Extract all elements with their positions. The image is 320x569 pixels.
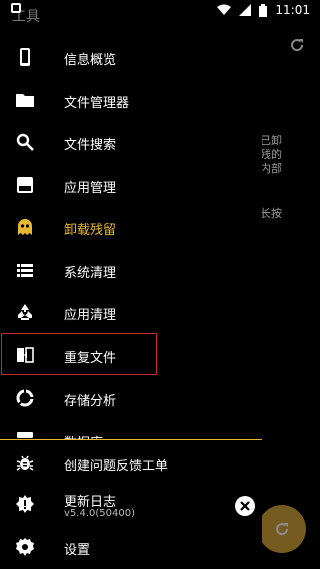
signal-icon [239,4,252,16]
refresh-fab[interactable] [258,505,306,553]
refresh-icon[interactable] [288,36,306,54]
version-text: v5.4.0(50400) [64,508,135,519]
drawer-item-file-manager[interactable]: 文件管理器 [0,79,262,121]
underlay-text: 已卸 残的 内部 [260,134,282,176]
wifi-icon [217,4,232,15]
status-bar: 11:01 [0,0,320,22]
phone-icon [20,48,30,66]
bug-icon [16,455,34,471]
pie-chart-icon [16,389,34,407]
drawer-item-label: 文件搜索 [64,138,117,153]
drawer-item-label: 存储分析 [64,394,117,409]
drawer-item-label: 系统清理 [64,266,117,281]
search-icon [16,133,34,151]
drawer-item-app-manager[interactable]: 应用管理 [0,164,262,206]
recycle-icon [18,304,32,320]
drawer-item-label: 信息概览 [64,53,117,68]
folder-icon [16,94,34,107]
notification-icon [11,3,21,13]
close-icon [240,501,250,511]
underlay-line: 残的 [260,148,282,161]
app-manager-icon [17,177,33,193]
underlay-hint: 长按 [260,207,282,220]
feedback-label: 创建问题反馈工单 [64,459,169,474]
selection-highlight [1,333,157,375]
settings-label: 设置 [64,543,91,558]
ghost-icon [18,219,32,235]
drawer-item-label: 卸载残留 [64,223,117,238]
gear-icon [16,538,34,556]
underlay-line: 已卸 [260,134,282,147]
changelog-item[interactable]: 更新日志 v5.4.0(50400) [0,484,262,526]
underlay-line: 内部 [260,162,282,175]
drawer-item-file-search[interactable]: 文件搜索 [0,121,262,163]
drawer-item-system-cleanup[interactable]: 系统清理 [0,249,262,291]
update-icon [16,495,34,513]
drawer-item-app-cleanup[interactable]: 应用清理 [0,291,262,333]
drawer-item-info-overview[interactable]: 信息概览 [0,36,262,78]
refresh-icon [276,523,289,536]
drawer-item-label: 应用清理 [64,308,117,323]
settings-item[interactable]: 设置 [0,526,262,569]
drawer-item-label: 应用管理 [64,181,117,196]
battery-icon [259,3,268,17]
drawer-item-uninstall-residue[interactable]: 卸载残留 [0,206,262,248]
feedback-item[interactable]: 创建问题反馈工单 [0,440,262,484]
drawer-item-storage-analysis[interactable]: 存储分析 [0,377,262,419]
drawer-item-label: 文件管理器 [64,96,130,111]
close-button[interactable] [235,496,255,516]
list-icon [17,264,33,277]
status-time: 11:01 [275,3,310,17]
